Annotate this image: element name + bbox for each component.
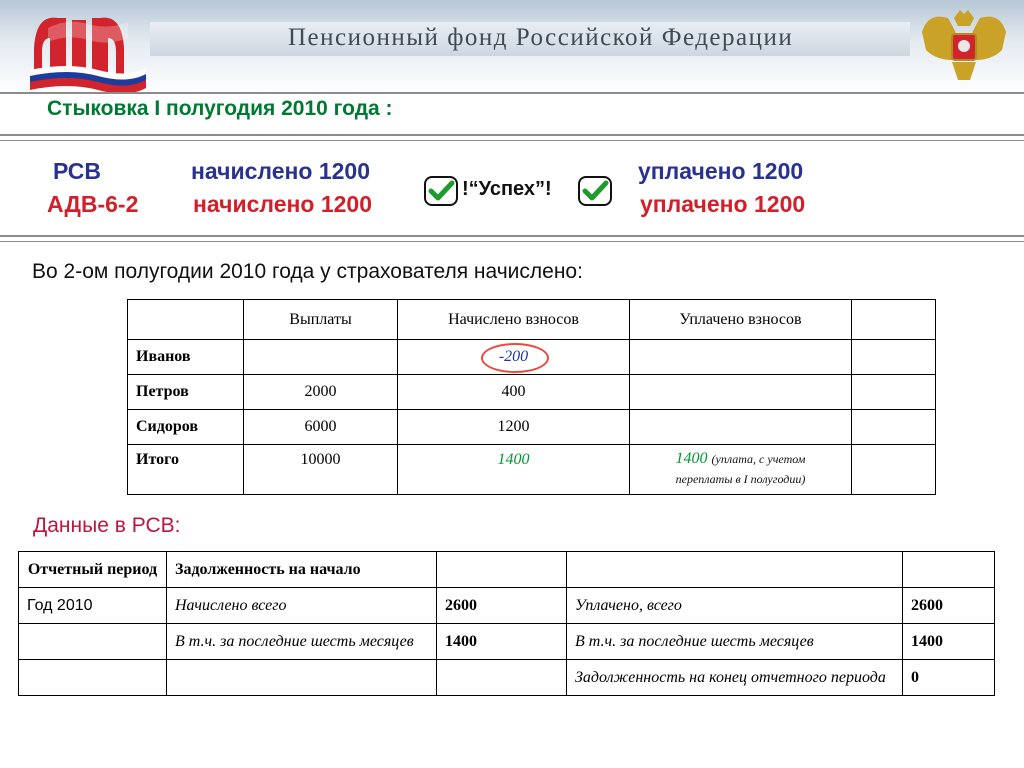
table-row: Сидоров 6000 1200 xyxy=(127,409,936,445)
row-payments: 6000 xyxy=(243,409,398,445)
success-text: !“Успех”! xyxy=(462,178,552,200)
header-cell-paid: Уплачено взносов xyxy=(629,299,852,340)
row-extra xyxy=(851,339,936,375)
table-row: Год 2010 Начислено всего 2600 Уплачено, … xyxy=(18,587,995,624)
highlight-ellipse xyxy=(481,343,549,373)
table-header-row: Выплаты Начислено взносов Уплачено взнос… xyxy=(127,299,936,340)
row-accrued-label xyxy=(166,659,437,696)
table-row: Задолженность на конец отчетного периода… xyxy=(18,659,995,696)
pfr-logo xyxy=(30,17,146,92)
coat-of-arms-emblem xyxy=(922,10,1006,80)
adv-label: АДВ-6-2 xyxy=(47,191,139,217)
row-period xyxy=(18,659,167,696)
rsv-accrued: начислено 1200 xyxy=(191,158,370,184)
total-paid-note: (уплата, с учетом xyxy=(711,452,806,466)
row-paid-label: В т.ч. за последние шесть месяцев xyxy=(566,623,903,660)
adv-accrued: начислено 1200 xyxy=(193,191,372,217)
header-cell-extra xyxy=(851,299,936,340)
row-name: Сидоров xyxy=(127,409,244,445)
total-extra xyxy=(851,444,936,495)
divider-bottom-thin xyxy=(0,241,1024,242)
row-extra xyxy=(851,374,936,410)
header-empty-1 xyxy=(436,551,567,588)
row-period: Год 2010 xyxy=(18,587,167,624)
row-payments xyxy=(243,339,398,375)
row-accrued-label: Начислено всего xyxy=(166,587,437,624)
row-period xyxy=(18,623,167,660)
row-accrued-label: В т.ч. за последние шесть месяцев xyxy=(166,623,437,660)
row-debt-end-value: 0 xyxy=(902,659,995,696)
rsv-data-subtitle: Данные в РСВ: xyxy=(33,514,181,537)
rsv-data-table: Отчетный период Задолженность на начало … xyxy=(18,551,995,696)
row-paid-value: 1400 xyxy=(902,623,995,660)
header-period: Отчетный период xyxy=(18,551,167,588)
second-half-subtitle: Во 2-ом полугодии 2010 года у страховате… xyxy=(32,260,583,283)
divider-bottom xyxy=(0,235,1024,237)
check-left-icon xyxy=(424,176,458,206)
total-accrued: 1400 xyxy=(397,444,630,495)
org-title: Пенсионный фонд Российской Федерации xyxy=(288,24,794,51)
rsv-label: РСВ xyxy=(53,158,101,184)
row-accrued-value: 1400 xyxy=(436,623,567,660)
row-name: Петров xyxy=(127,374,244,410)
check-right-icon xyxy=(578,176,612,206)
header-cell-empty xyxy=(127,299,244,340)
table-total-row: Итого 10000 1400 1400 (уплата, с учетом … xyxy=(127,444,936,495)
total-paid: 1400 xyxy=(675,450,708,467)
divider-top xyxy=(0,134,1024,136)
row-paid-label: Уплачено, всего xyxy=(566,587,903,624)
total-payments: 10000 xyxy=(243,444,398,495)
slide-title: Стыковка I полугодия 2010 года : xyxy=(47,97,393,120)
row-debt-end-label: Задолженность на конец отчетного периода xyxy=(566,659,903,696)
table-row: Петров 2000 400 xyxy=(127,374,936,410)
row-paid xyxy=(629,409,852,445)
header-cell-accrued: Начислено взносов xyxy=(397,299,630,340)
total-name: Итого xyxy=(127,444,244,495)
header-cell-payments: Выплаты xyxy=(243,299,398,340)
header-divider xyxy=(0,92,1024,94)
rsv-table-header-row: Отчетный период Задолженность на начало xyxy=(18,551,995,588)
total-paid-note-line2: переплаты в I полугодии) xyxy=(675,472,806,486)
row-paid xyxy=(629,374,852,410)
adv-paid: уплачено 1200 xyxy=(640,191,806,217)
accruals-table: Выплаты Начислено взносов Уплачено взнос… xyxy=(127,299,936,495)
row-paid-value: 2600 xyxy=(902,587,995,624)
header-debt-start: Задолженность на начало xyxy=(166,551,437,588)
row-accrued: 1200 xyxy=(397,409,630,445)
row-accrued-value: 2600 xyxy=(436,587,567,624)
row-accrued: 400 xyxy=(397,374,630,410)
row-extra xyxy=(851,409,936,445)
rsv-paid: уплачено 1200 xyxy=(638,158,804,184)
table-row: В т.ч. за последние шесть месяцев 1400 В… xyxy=(18,623,995,660)
row-paid xyxy=(629,339,852,375)
total-paid-cell: 1400 (уплата, с учетом переплаты в I пол… xyxy=(629,444,852,495)
header-empty-2 xyxy=(566,551,903,588)
divider-top-thin xyxy=(0,140,1024,141)
row-name: Иванов xyxy=(127,339,244,375)
header-empty-3 xyxy=(902,551,995,588)
row-accrued-value xyxy=(436,659,567,696)
row-payments: 2000 xyxy=(243,374,398,410)
